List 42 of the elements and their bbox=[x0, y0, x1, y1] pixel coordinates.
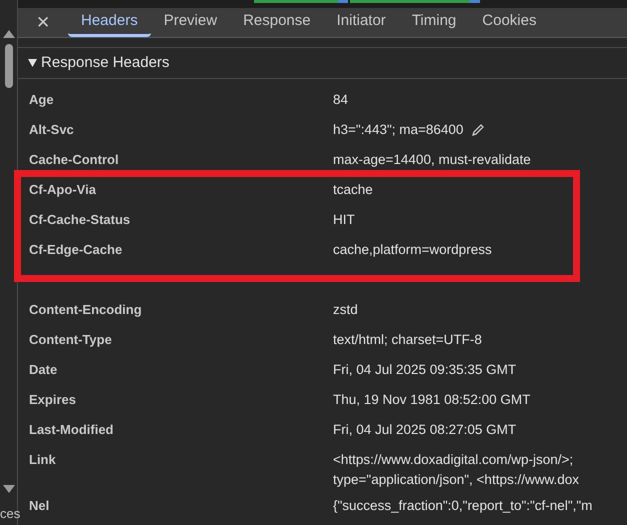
header-name: Cf-Edge-Cache bbox=[28, 241, 124, 259]
header-name: Expires bbox=[28, 391, 77, 409]
pencil-icon[interactable] bbox=[471, 123, 486, 138]
scroll-down-icon[interactable] bbox=[2, 485, 14, 493]
scroll-thumb[interactable] bbox=[4, 44, 12, 88]
tab[interactable]: Response bbox=[230, 8, 324, 37]
header-name: Content-Encoding bbox=[28, 301, 143, 319]
header-name: Link bbox=[28, 451, 57, 469]
header-value: Thu, 19 Nov 1981 08:52:00 GMT bbox=[333, 391, 530, 409]
header-name: Cache-Control bbox=[28, 151, 120, 169]
header-value: max-age=14400, must-revalidate bbox=[333, 151, 531, 169]
tab[interactable]: Headers bbox=[68, 8, 151, 37]
header-value: Fri, 04 Jul 2025 09:35:35 GMT bbox=[333, 361, 516, 379]
header-value: 84 bbox=[333, 91, 348, 109]
header-value: cache,platform=wordpress bbox=[333, 241, 492, 259]
header-value: {"success_fraction":0,"report_to":"cf-nel","m bbox=[333, 496, 592, 515]
header-value: HIT bbox=[333, 211, 355, 229]
header-value: tcache bbox=[333, 181, 373, 199]
tab[interactable]: Initiator bbox=[324, 8, 399, 37]
header-name: Cf-Cache-Status bbox=[28, 211, 132, 229]
close-button[interactable]: ✕ bbox=[18, 8, 68, 37]
expand-triangle-icon bbox=[28, 59, 37, 67]
tab[interactable]: Cookies bbox=[469, 8, 550, 37]
scrollbar[interactable]: ces bbox=[0, 0, 18, 525]
tab[interactable]: Preview bbox=[150, 8, 230, 37]
header-name: Alt-Svc bbox=[28, 121, 75, 139]
section-header[interactable]: Response Headers bbox=[18, 48, 627, 79]
scroll-up-icon[interactable] bbox=[2, 30, 14, 38]
header-name: Content-Type bbox=[28, 331, 113, 349]
header-value: <https://www.doxadigital.com/wp-json/>; bbox=[333, 451, 574, 469]
header-name: Age bbox=[28, 91, 55, 109]
tab[interactable]: Timing bbox=[398, 8, 470, 37]
header-name: Cf-Apo-Via bbox=[28, 181, 97, 199]
header-value: text/html; charset=UTF-8 bbox=[333, 331, 482, 349]
header-name: Date bbox=[28, 361, 58, 379]
header-name: Last-Modified bbox=[28, 421, 114, 439]
header-value: type="application/json", <https://www.dox bbox=[333, 471, 579, 490]
side-label: ces bbox=[0, 504, 20, 522]
header-value: Fri, 04 Jul 2025 08:27:05 GMT bbox=[333, 421, 516, 439]
header-name: Nel bbox=[28, 496, 50, 514]
header-value: zstd bbox=[333, 301, 358, 319]
header-value: h3=":443"; ma=86400 bbox=[333, 121, 464, 139]
